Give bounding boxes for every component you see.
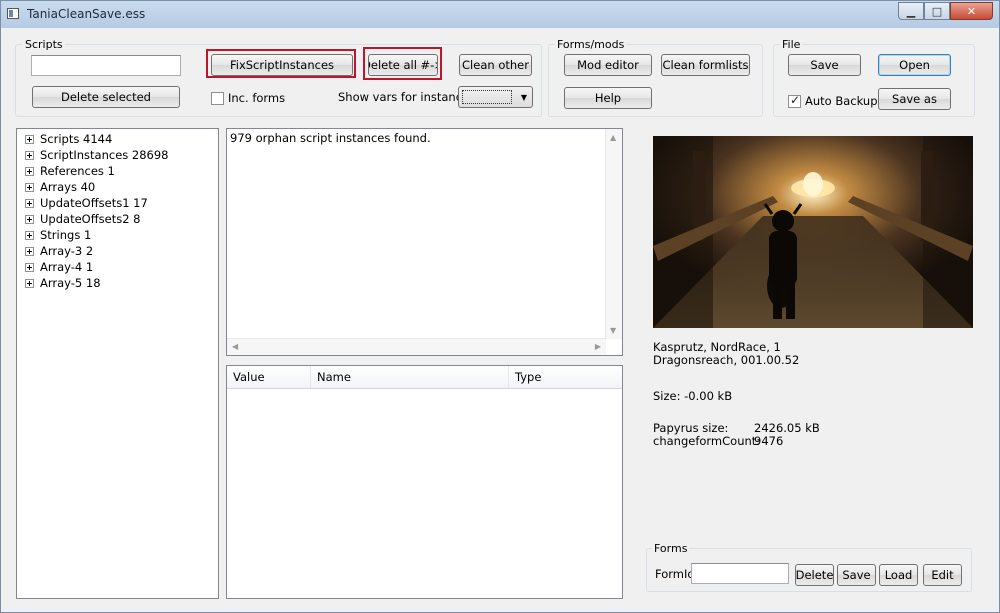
plus-box-icon[interactable]: [25, 182, 34, 192]
app-window: TaniaCleanSave.ess ▁ □ ✕ Scripts FixScri…: [0, 0, 1000, 613]
character-line2: Dragonsreach, 001.00.52: [653, 353, 800, 367]
scroll-right-icon[interactable]: ▶: [595, 342, 601, 351]
delete-selected-button[interactable]: Delete selected: [32, 86, 180, 108]
column-name[interactable]: Name: [311, 366, 509, 388]
forms-mods-group-label: Forms/mods: [555, 38, 627, 51]
show-vars-label: Show vars for instance: [338, 90, 470, 104]
auto-backup-checkbox-box[interactable]: [788, 93, 801, 108]
tree-item[interactable]: ScriptInstances 28698: [25, 147, 169, 163]
inc-forms-label: Inc. forms: [228, 91, 286, 105]
tree-item[interactable]: Array-3 2: [25, 243, 93, 259]
minimize-icon: ▁: [906, 4, 916, 18]
log-textarea[interactable]: 979 orphan script instances found. ▲ ▼ ◀…: [226, 128, 623, 356]
inc-forms-checkbox-box[interactable]: [211, 91, 224, 105]
scroll-left-icon[interactable]: ◀: [232, 342, 238, 351]
plus-box-icon[interactable]: [25, 246, 34, 256]
auto-backup-label: Auto Backup: [805, 94, 878, 108]
savegame-screenshot-image: [653, 136, 973, 328]
save-tree[interactable]: Scripts 4144 ScriptInstances 28698 Refer…: [16, 128, 219, 599]
papyrus-size-label: Papyrus size:: [653, 421, 729, 435]
plus-box-icon[interactable]: [25, 214, 34, 224]
file-save-button[interactable]: Save: [788, 54, 861, 76]
changeform-count-label: changeformCount:: [653, 434, 761, 448]
tree-item-label: Scripts 4144: [40, 132, 113, 146]
form-edit-button[interactable]: Edit: [923, 564, 962, 586]
plus-box-icon[interactable]: [25, 278, 34, 288]
auto-backup-checkbox[interactable]: Auto Backup: [788, 93, 878, 108]
tree-item[interactable]: Strings 1: [25, 227, 91, 243]
scroll-down-icon[interactable]: ▼: [610, 326, 616, 335]
title-bar[interactable]: TaniaCleanSave.ess ▁ □ ✕: [1, 1, 999, 28]
tree-item-label: Strings 1: [40, 228, 92, 242]
tree-item-label: UpdateOffsets2 8: [40, 212, 141, 226]
form-load-button[interactable]: Load: [879, 564, 918, 586]
tree-item[interactable]: References 1: [25, 163, 115, 179]
savegame-screenshot: [653, 136, 973, 328]
minimize-button[interactable]: ▁: [898, 2, 924, 20]
tree-item-label: Array-3 2: [40, 244, 94, 258]
formid-label: FormId: [655, 567, 695, 581]
log-vertical-scrollbar[interactable]: ▲ ▼: [605, 129, 622, 339]
vars-listview-header: Value Name Type: [227, 366, 622, 389]
save-as-button[interactable]: Save as: [878, 88, 951, 110]
form-delete-button[interactable]: Delete: [795, 564, 834, 586]
tree-item-label: Array-4 1: [40, 260, 94, 274]
file-open-button[interactable]: Open: [878, 54, 951, 76]
tree-item[interactable]: UpdateOffsets1 17: [25, 195, 148, 211]
tree-item[interactable]: Scripts 4144: [25, 131, 112, 147]
window-title: TaniaCleanSave.ess: [27, 7, 146, 21]
tree-item[interactable]: Array-4 1: [25, 259, 93, 275]
instance-select[interactable]: ▼: [458, 86, 533, 108]
tree-item-label: ScriptInstances 28698: [40, 148, 169, 162]
vars-listview[interactable]: Value Name Type: [226, 365, 623, 599]
column-type[interactable]: Type: [509, 366, 622, 388]
close-button[interactable]: ✕: [950, 2, 993, 20]
form-save-button[interactable]: Save: [837, 564, 876, 586]
help-button[interactable]: Help: [564, 87, 652, 109]
plus-box-icon[interactable]: [25, 150, 34, 160]
changeform-count-value: 9476: [754, 434, 784, 448]
plus-box-icon[interactable]: [25, 262, 34, 272]
tree-item[interactable]: Arrays 40: [25, 179, 95, 195]
script-search-input[interactable]: [31, 55, 181, 76]
app-icon: [7, 8, 19, 19]
tree-item-label: Arrays 40: [40, 180, 96, 194]
close-icon: ✕: [966, 4, 977, 18]
maximize-button[interactable]: □: [924, 2, 950, 20]
clean-formlists-button[interactable]: Clean formlists: [661, 54, 750, 76]
character-line1: Kasprutz, NordRace, 1: [653, 340, 781, 354]
tree-item-label: Array-5 18: [40, 276, 101, 290]
instance-select-value: [462, 90, 512, 104]
file-group-label: File: [780, 38, 803, 51]
tree-item-label: References 1: [40, 164, 115, 178]
fix-script-instances-button[interactable]: FixScriptInstances: [211, 54, 353, 76]
delete-all-button[interactable]: Delete all #->: [368, 54, 438, 76]
clean-other-button[interactable]: Clean other: [459, 54, 532, 76]
forms-group-label: Forms: [652, 542, 690, 555]
formid-input[interactable]: [691, 563, 789, 584]
savegame-size: Size: -0.00 kB: [653, 389, 733, 403]
log-text: 979 orphan script instances found.: [230, 131, 431, 145]
tree-item[interactable]: UpdateOffsets2 8: [25, 211, 140, 227]
plus-box-icon[interactable]: [25, 230, 34, 240]
plus-box-icon[interactable]: [25, 166, 34, 176]
mod-editor-button[interactable]: Mod editor: [564, 54, 652, 76]
papyrus-size-value: 2426.05 kB: [754, 421, 820, 435]
inc-forms-checkbox[interactable]: Inc. forms: [211, 91, 285, 105]
tree-item-label: UpdateOffsets1 17: [40, 196, 148, 210]
scripts-group-label: Scripts: [23, 38, 65, 51]
chevron-down-icon: ▼: [520, 93, 527, 102]
maximize-icon: □: [931, 4, 943, 18]
log-horizontal-scrollbar[interactable]: ◀ ▶: [227, 338, 606, 355]
tree-item[interactable]: Array-5 18: [25, 275, 101, 291]
scroll-up-icon[interactable]: ▲: [610, 133, 616, 142]
plus-box-icon[interactable]: [25, 134, 34, 144]
plus-box-icon[interactable]: [25, 198, 34, 208]
caption-buttons: ▁ □ ✕: [898, 2, 993, 21]
column-value[interactable]: Value: [227, 366, 311, 388]
